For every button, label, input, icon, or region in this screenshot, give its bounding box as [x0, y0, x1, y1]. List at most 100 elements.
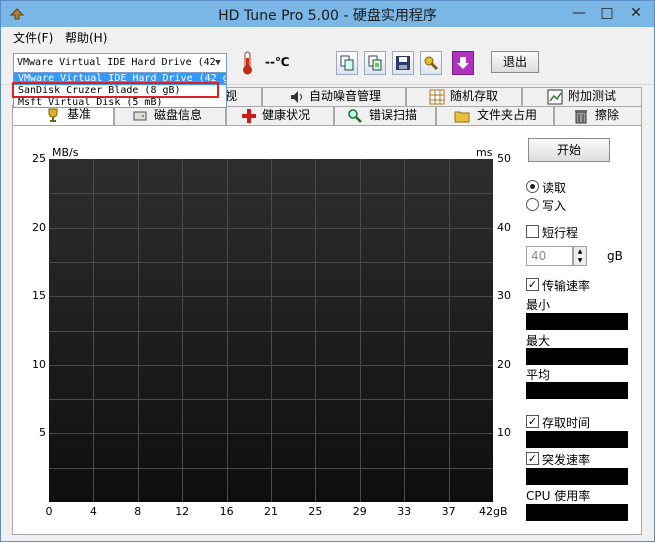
write-radio[interactable] [526, 198, 539, 211]
copy-all-button[interactable] [364, 51, 386, 75]
maximize-button[interactable]: □ [594, 3, 620, 23]
tab-error-scan[interactable]: 错误扫描 [334, 106, 436, 125]
window-title: HD Tune Pro 5.00 - 硬盘实用程序 [218, 8, 437, 24]
max-label: 最大 [526, 334, 551, 348]
tab-health[interactable]: 健康状况 [226, 106, 334, 125]
access-time-checkbox[interactable]: ✓ [526, 415, 539, 428]
dropdown-item-msft[interactable]: Msft Virtual Disk (5 mB) [14, 97, 226, 109]
plus-icon [242, 109, 256, 123]
access-time-label: 存取时间 [542, 416, 591, 430]
benchmark-chart [49, 159, 493, 502]
thermometer-icon [243, 51, 252, 75]
down-arrow-icon [457, 57, 469, 69]
y-right-unit: ms [476, 146, 493, 159]
y-right-tick: 20 [497, 357, 511, 371]
tab-health-label: 健康状况 [262, 108, 311, 122]
read-label: 读取 [542, 181, 567, 195]
trophy-icon [48, 108, 58, 122]
burst-rate-checkbox[interactable]: ✓ [526, 452, 539, 465]
x-tick: 8 [134, 505, 142, 518]
y-left-tick: 20 [32, 220, 46, 234]
folder-icon [454, 111, 470, 123]
y-right-tick: 50 [497, 152, 511, 165]
chart-grid [49, 159, 493, 502]
download-button[interactable] [452, 51, 474, 75]
highlight-box [12, 82, 219, 98]
exit-button[interactable]: 退出 [491, 51, 539, 73]
tab-folder-usage-label: 文件夹占用 [477, 108, 538, 122]
transfer-rate-checkbox[interactable]: ✓ [526, 278, 539, 291]
disk-icon [133, 111, 147, 121]
title-bar: HD Tune Pro 5.00 - 硬盘实用程序 — □ ✕ [1, 1, 654, 27]
menu-help[interactable]: 帮助(H) [65, 29, 107, 46]
tab-disk-info-label: 磁盘信息 [154, 108, 203, 122]
short-stroke-checkbox[interactable] [526, 225, 539, 238]
burst-rate-value-box [526, 468, 628, 485]
write-label: 写入 [542, 199, 567, 213]
x-tick: 0 [45, 505, 53, 518]
burst-rate-label: 突发速率 [542, 453, 591, 467]
y-right-tick: 10 [497, 426, 511, 440]
x-tick: 25 [308, 505, 323, 518]
tab-error-scan-label: 错误扫描 [369, 108, 418, 122]
drive-select-value: VMware Virtual IDE Hard Drive (42 [17, 57, 216, 68]
transfer-rate-label: 传输速率 [542, 279, 591, 293]
avg-value-box [526, 382, 628, 399]
short-stroke-spinner[interactable]: ▲ ▼ [573, 246, 587, 266]
magnifier-icon [348, 109, 362, 123]
x-tick: 42gB [479, 505, 508, 518]
min-value-box [526, 313, 628, 330]
x-tick: 21 [264, 505, 278, 518]
short-stroke-unit: gB [607, 249, 623, 263]
close-button[interactable]: ✕ [623, 3, 649, 23]
short-stroke-label: 短行程 [542, 226, 579, 240]
y-left-tick: 15 [32, 289, 46, 303]
x-tick: 12 [175, 505, 190, 518]
temperature-readout: --℃ [265, 55, 290, 69]
cpu-usage-label: CPU 使用率 [526, 489, 591, 503]
speaker-icon [291, 91, 302, 103]
save-button[interactable] [392, 51, 414, 75]
access-time-value-box [526, 431, 628, 448]
x-tick: 16 [219, 505, 234, 518]
wrench-icon [424, 56, 439, 71]
y-right-tick: 40 [497, 220, 511, 234]
tab-erase-label: 擦除 [595, 108, 620, 122]
start-button[interactable]: 开始 [528, 138, 610, 162]
y-left-tick: 25 [32, 152, 46, 165]
read-radio[interactable] [526, 180, 539, 193]
tab-erase[interactable]: 擦除 [554, 106, 642, 125]
tab-random-access[interactable]: 随机存取 [406, 87, 522, 106]
max-value-box [526, 348, 628, 365]
tab-extra-tests-label: 附加测试 [568, 89, 617, 103]
tab-aam[interactable]: 自动噪音管理 [262, 87, 406, 106]
y-left-unit: MB/s [52, 146, 79, 159]
tab-folder-usage[interactable]: 文件夹占用 [436, 106, 554, 125]
y-left-tick: 5 [39, 426, 46, 440]
tab-aam-label: 自动噪音管理 [309, 89, 382, 103]
min-label: 最小 [526, 298, 551, 312]
trash-icon [575, 110, 587, 124]
tab-random-access-label: 随机存取 [450, 89, 499, 103]
copy-icon [340, 55, 354, 71]
cpu-usage-value-box [526, 504, 628, 521]
x-tick: 37 [441, 505, 456, 518]
copy-info-icon [368, 55, 382, 71]
x-tick: 4 [89, 505, 97, 518]
tab-extra-tests[interactable]: 附加测试 [522, 87, 642, 106]
drive-select[interactable]: VMware Virtual IDE Hard Drive (42 ▼ [13, 53, 227, 73]
floppy-icon [396, 56, 410, 70]
minimize-button[interactable]: — [566, 3, 592, 23]
menu-bar: 文件(F) 帮助(H) [1, 27, 654, 47]
chart-icon [547, 89, 563, 105]
copy-button[interactable] [336, 51, 358, 75]
chevron-down-icon[interactable]: ▼ [212, 54, 224, 72]
options-button[interactable] [420, 51, 442, 75]
menu-file[interactable]: 文件(F) [13, 29, 53, 46]
x-tick: 33 [397, 505, 412, 518]
short-stroke-input[interactable]: 40 [526, 246, 573, 266]
grid-icon [429, 89, 445, 105]
y-left-tick: 10 [32, 357, 46, 371]
x-tick: 29 [352, 505, 367, 518]
y-right-tick: 30 [497, 289, 511, 303]
